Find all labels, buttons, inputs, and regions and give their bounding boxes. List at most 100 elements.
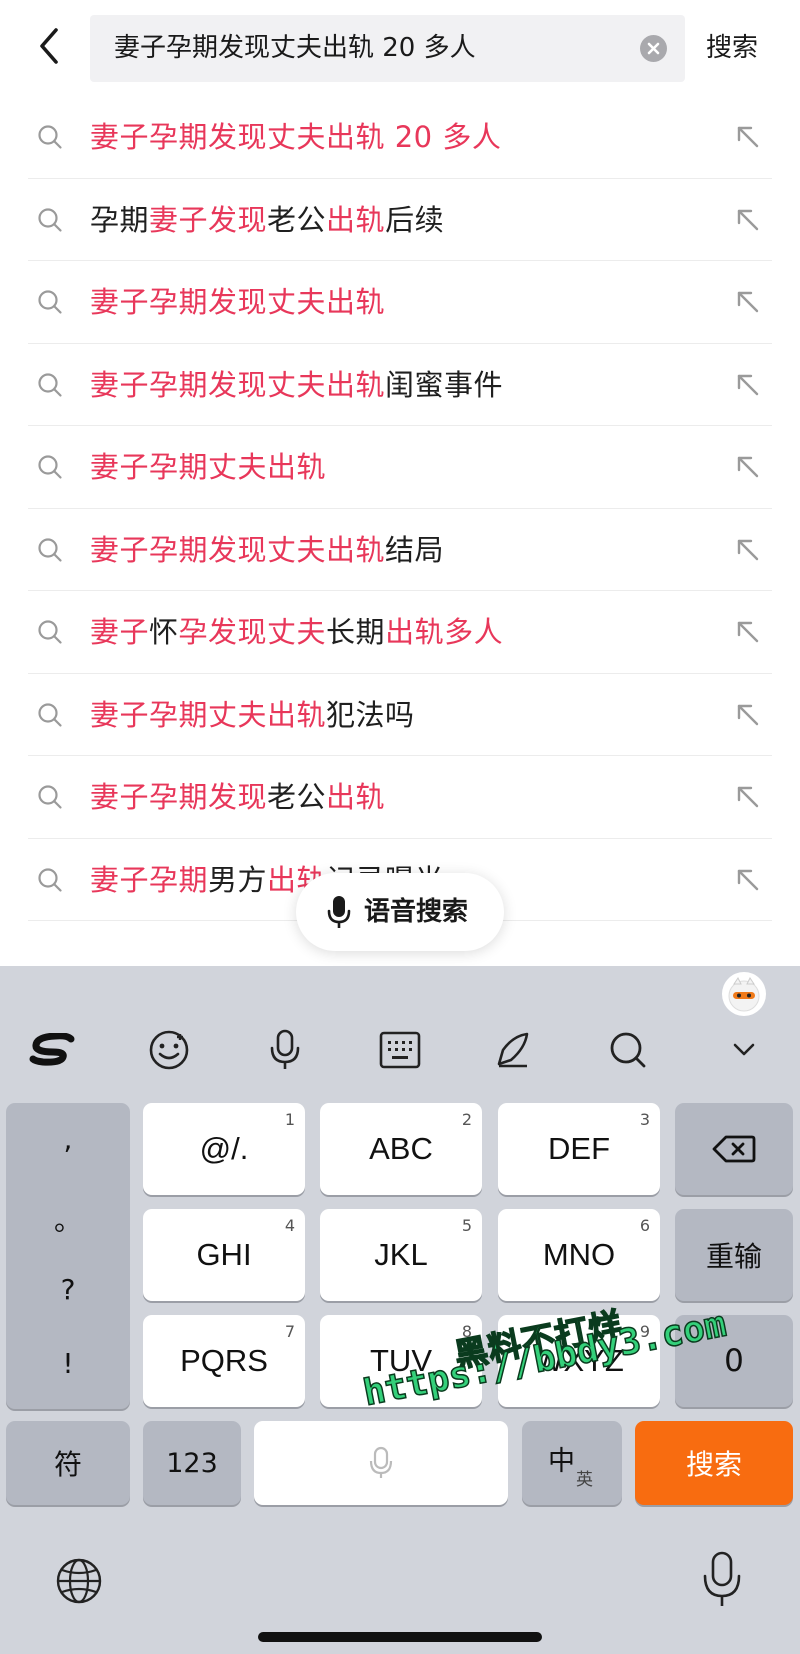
suggestion-item[interactable]: 妻子孕期发现丈夫出轨结局 <box>28 509 772 591</box>
chevron-down-icon[interactable] <box>716 1022 772 1078</box>
mascot-icon[interactable] <box>722 972 766 1016</box>
suggestion-item[interactable]: 妻子孕期发现丈夫出轨 <box>28 261 772 344</box>
key-label: JKL <box>374 1237 428 1272</box>
key-number: 6 <box>639 1216 650 1235</box>
suggestion-item[interactable]: 妻子孕期发现老公出轨 <box>28 756 772 839</box>
keyboard-mic-icon[interactable] <box>257 1022 313 1078</box>
highlight-segment: 妻子孕期发现 <box>90 780 268 814</box>
emoji-icon[interactable] <box>141 1022 197 1078</box>
key-1[interactable]: @/. 1 <box>143 1103 305 1195</box>
suggestion-item[interactable]: 妻子孕期丈夫出轨 <box>28 426 772 509</box>
text-segment: 怀 <box>149 615 179 649</box>
search-icon <box>38 785 62 809</box>
highlight-segment: 出轨 <box>326 202 386 237</box>
key-2[interactable]: ABC 2 <box>320 1103 482 1195</box>
key-label: MNO <box>542 1237 616 1272</box>
search-submit-button[interactable]: 搜索 <box>706 15 758 82</box>
search-query-text: 妻子孕期发现丈夫出轨 20 多人 <box>114 33 476 63</box>
keyboard-layout-icon[interactable] <box>372 1022 428 1078</box>
highlight-segment: 孕发现丈夫 <box>178 615 327 649</box>
suggestion-item[interactable]: 孕期妻子发现老公出轨后续 <box>28 179 772 261</box>
suggestion-item[interactable]: 妻子怀孕发现丈夫长期出轨多人 <box>28 591 772 674</box>
globe-icon[interactable] <box>54 1556 104 1610</box>
fill-arrow-icon[interactable] <box>734 618 762 646</box>
key-number: 2 <box>461 1110 472 1129</box>
clear-button[interactable] <box>640 35 667 62</box>
highlight-segment: 妻子孕期发现丈夫出轨 <box>90 532 386 567</box>
key-3[interactable]: DEF 3 <box>498 1103 660 1195</box>
text-segment: 老公 <box>267 202 327 237</box>
keyboard-search-button[interactable]: 搜索 <box>635 1421 793 1505</box>
voice-search-button[interactable]: 语音搜索 <box>296 873 504 951</box>
fill-arrow-icon[interactable] <box>734 783 762 811</box>
dictation-mic-icon[interactable] <box>700 1550 744 1614</box>
fill-arrow-icon[interactable] <box>734 288 762 316</box>
suggestion-text: 妻子孕期发现丈夫出轨闺蜜事件 <box>90 344 503 426</box>
suggestion-text: 妻子孕期发现丈夫出轨 20 多人 <box>90 96 501 178</box>
key-number: 5 <box>461 1216 472 1235</box>
key-label: GHI <box>196 1237 252 1272</box>
lang-alt-label: 英 <box>576 1470 593 1490</box>
search-icon <box>38 290 62 314</box>
fill-arrow-icon[interactable] <box>734 123 762 151</box>
home-indicator[interactable] <box>258 1632 542 1642</box>
text-segment: 男方 <box>208 862 268 897</box>
suggestion-text: 孕期妻子发现老公出轨后续 <box>90 179 444 261</box>
search-icon <box>38 125 62 149</box>
key-7[interactable]: PQRS 7 <box>143 1315 305 1407</box>
highlight-segment: 妻子孕期丈夫出轨 <box>90 697 327 732</box>
suggestion-text: 妻子孕期丈夫出轨犯法吗 <box>90 674 415 756</box>
mic-icon <box>327 896 351 928</box>
punct-key[interactable]: , <box>6 1123 130 1156</box>
fill-arrow-icon[interactable] <box>734 866 762 894</box>
highlight-segment: 妻子孕期丈夫出轨 <box>90 450 327 484</box>
suggestion-item[interactable]: 妻子孕期丈夫出轨犯法吗 <box>28 674 772 756</box>
search-icon <box>38 455 62 479</box>
lang-main-label: 中 <box>548 1446 575 1477</box>
backspace-key[interactable] <box>675 1103 793 1195</box>
key-number: 3 <box>639 1110 650 1129</box>
back-arrow-icon <box>40 28 58 64</box>
key-number: 7 <box>284 1322 295 1341</box>
suggestion-item[interactable]: 妻子孕期发现丈夫出轨 20 多人 <box>28 96 772 179</box>
punctuation-column[interactable]: , 。 ? ! <box>6 1103 130 1409</box>
punct-key[interactable]: ! <box>6 1347 130 1380</box>
keyboard: , 。 ? ! @/. 1 ABC 2 DEF 3 GHI 4 JKL 5 MNO 6 重输… <box>0 966 800 1654</box>
space-key[interactable] <box>254 1421 508 1505</box>
key-4[interactable]: GHI 4 <box>143 1209 305 1301</box>
search-icon <box>38 372 62 397</box>
fill-arrow-icon[interactable] <box>734 371 762 399</box>
text-segment: 犯法吗 <box>326 697 415 732</box>
suggestion-text: 妻子孕期发现丈夫出轨结局 <box>90 509 444 591</box>
key-label: @/. <box>199 1131 249 1166</box>
search-input[interactable]: 妻子孕期发现丈夫出轨 20 多人 <box>90 15 685 82</box>
punct-key[interactable]: 。 <box>6 1199 130 1239</box>
space-mic-icon <box>369 1446 393 1478</box>
sogou-logo-icon[interactable] <box>26 1022 82 1078</box>
text-segment: 老公 <box>267 780 327 814</box>
reenter-key[interactable]: 重输 <box>675 1209 793 1301</box>
backspace-icon <box>712 1135 756 1163</box>
suggestion-list: 妻子孕期发现丈夫出轨 20 多人 孕期妻子发现老公出轨后续 妻子孕期发现丈夫出轨 妻子… <box>0 96 800 921</box>
text-segment: 结局 <box>385 532 445 567</box>
search-icon <box>38 702 62 727</box>
highlight-segment: 妻子 <box>90 615 150 649</box>
key-5[interactable]: JKL 5 <box>320 1209 482 1301</box>
punct-key[interactable]: ? <box>6 1273 130 1306</box>
lang-switch-key[interactable]: 中 英 <box>522 1421 622 1505</box>
search-icon <box>38 537 62 562</box>
key-6[interactable]: MNO 6 <box>498 1209 660 1301</box>
suggestion-item[interactable]: 妻子孕期发现丈夫出轨闺蜜事件 <box>28 344 772 426</box>
symbols-key[interactable]: 符 <box>6 1421 130 1505</box>
keyboard-search-icon[interactable] <box>600 1022 656 1078</box>
highlight-segment: 妻子发现 <box>149 202 268 237</box>
highlight-segment: 妻子孕期发现丈夫出轨 20 多人 <box>90 120 502 154</box>
fill-arrow-icon[interactable] <box>734 453 762 481</box>
pen-icon[interactable] <box>485 1022 541 1078</box>
back-button[interactable] <box>30 22 70 70</box>
numbers-key[interactable]: 123 <box>143 1421 241 1505</box>
fill-arrow-icon[interactable] <box>734 206 762 234</box>
fill-arrow-icon[interactable] <box>734 701 762 729</box>
fill-arrow-icon[interactable] <box>734 536 762 564</box>
search-icon <box>38 207 62 232</box>
